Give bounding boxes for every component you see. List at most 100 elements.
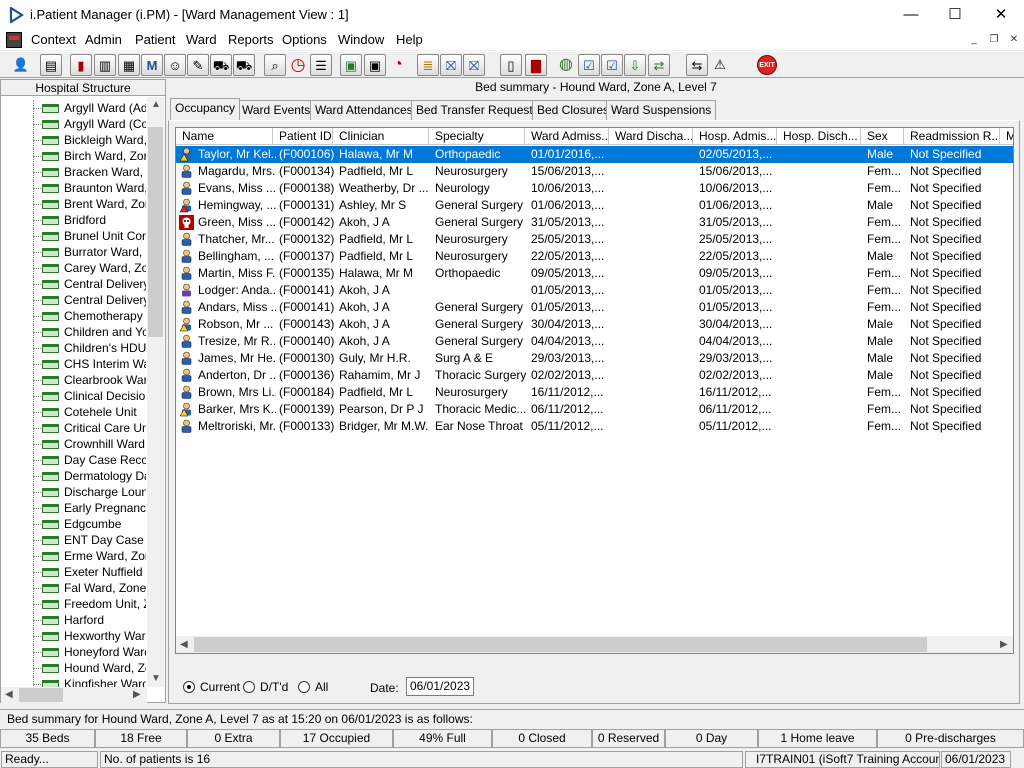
menu-reports[interactable]: Reports: [228, 32, 274, 47]
ward-icon[interactable]: ▣: [364, 54, 386, 76]
menu-window[interactable]: Window: [338, 32, 384, 47]
admit-icon[interactable]: ⛝: [440, 54, 462, 76]
verify-icon[interactable]: ☑: [601, 54, 623, 76]
scroll-left-icon[interactable]: ◀: [5, 689, 13, 700]
col-sex[interactable]: Sex: [861, 128, 904, 145]
table-row[interactable]: Evans, Miss ... (F000138) Weatherby, Dr ..…: [176, 180, 1013, 197]
tree-item[interactable]: Hexworthy Ward,: [1, 628, 147, 644]
tab-ward-events[interactable]: Ward Events: [237, 100, 316, 120]
tree-item[interactable]: Bickleigh Ward, Z: [1, 132, 147, 148]
tab-bed-transfer-requests[interactable]: Bed Transfer Requests: [411, 100, 544, 120]
table-row[interactable]: Brown, Mrs Li... (F000184) Padfield, Mr L N…: [176, 384, 1013, 401]
radio-dtd[interactable]: [243, 681, 255, 693]
table-row[interactable]: Bellingham, ... (F000137) Padfield, Mr L Ne…: [176, 248, 1013, 265]
tree-item[interactable]: Clearbrook Ward: [1, 372, 147, 388]
table-row[interactable]: Barker, Mrs K... (F000139) Pearson, Dr P J…: [176, 401, 1013, 418]
tree-vertical-scrollbar[interactable]: ▲ ▼: [147, 97, 164, 687]
tree-item[interactable]: Clinical Decision: [1, 388, 147, 404]
tree-item[interactable]: Carey Ward, Zone: [1, 260, 147, 276]
tree-item[interactable]: Exeter Nuffield H: [1, 564, 147, 580]
col-ward-admission[interactable]: Ward Admiss...: [525, 128, 609, 145]
tree-horizontal-scrollbar[interactable]: ◀ ▶: [1, 687, 147, 703]
table-row[interactable]: Hemingway, ... (F000131) Ashley, Mr S Gener…: [176, 197, 1013, 214]
table-row[interactable]: Lodger: Anda... (F000141) Akoh, J A 01/05/2…: [176, 282, 1013, 299]
documents-icon[interactable]: ▥: [94, 54, 116, 76]
ambulance-icon[interactable]: ⛟: [210, 54, 232, 76]
transfer-down-icon[interactable]: ⇩: [624, 54, 646, 76]
tree-item[interactable]: Dermatology Day: [1, 468, 147, 484]
grid-scroll-left-icon[interactable]: ◀: [180, 639, 188, 650]
tree-item[interactable]: Central Delivery S: [1, 292, 147, 308]
scroll-down-icon[interactable]: ▼: [151, 673, 161, 684]
tree-item[interactable]: Edgcumbe: [1, 516, 147, 532]
menu-context[interactable]: Context: [31, 32, 76, 47]
clock-icon[interactable]: ◷: [287, 54, 309, 76]
table-row[interactable]: Andars, Miss ... (F000141) Akoh, J A Genera…: [176, 299, 1013, 316]
col-clinician[interactable]: Clinician: [333, 128, 429, 145]
table-row[interactable]: Meltroriski, Mr... (F000133) Bridger, Mr M…: [176, 418, 1013, 435]
radio-current[interactable]: [183, 681, 195, 693]
table-row[interactable]: Green, Miss ... (F000142) Akoh, J A General…: [176, 214, 1013, 231]
col-patient-id[interactable]: Patient ID: [273, 128, 333, 145]
tree-item[interactable]: Argyll Ward (Cots: [1, 116, 147, 132]
tree-item[interactable]: Burrator Ward, Zo: [1, 244, 147, 260]
table-row[interactable]: Anderton, Dr ... (F000136) Rahamim, Mr J Th…: [176, 367, 1013, 384]
find-icon[interactable]: ⌕: [264, 54, 286, 76]
bed-icon[interactable]: ▣: [340, 54, 362, 76]
exit-button[interactable]: EXIT: [757, 55, 777, 75]
history-icon[interactable]: ◔: [387, 54, 409, 76]
tree-item[interactable]: Hound Ward, Zo: [1, 660, 147, 676]
occupancy-grid[interactable]: Name Patient ID Clinician Specialty Ward…: [175, 127, 1014, 654]
bed-patient-icon[interactable]: ⛝: [463, 54, 485, 76]
tree-item[interactable]: Freedom Unit, Zo: [1, 596, 147, 612]
notes-icon[interactable]: ✎: [187, 54, 209, 76]
col-name[interactable]: Name: [176, 128, 273, 145]
tab-ward-attendances[interactable]: Ward Attendances: [310, 100, 418, 120]
transport-icon[interactable]: ⛟: [233, 54, 255, 76]
tree-hscroll-thumb[interactable]: [19, 688, 63, 702]
tree-item[interactable]: Discharge Lounge: [1, 484, 147, 500]
patient-search-icon[interactable]: 👤: [10, 54, 32, 76]
swap-icon[interactable]: ⇆: [686, 54, 708, 76]
print-icon[interactable]: ▤: [40, 54, 62, 76]
tree-item[interactable]: Crownhill Ward, Z: [1, 436, 147, 452]
mdi-minimize-button[interactable]: _: [966, 32, 982, 48]
tree-item[interactable]: CHS Interim Ward: [1, 356, 147, 372]
waiting-list-icon[interactable]: ≣: [417, 54, 439, 76]
tree-item[interactable]: Harford: [1, 612, 147, 628]
table-row[interactable]: Taylor, Mr Kel... (F000106) Halawa, Mr M Or…: [176, 146, 1013, 163]
menu-options[interactable]: Options: [282, 32, 327, 47]
records-icon[interactable]: ▦: [118, 54, 140, 76]
tab-bed-closures[interactable]: Bed Closures: [532, 100, 615, 120]
tree-item[interactable]: Brent Ward, Zone: [1, 196, 147, 212]
grid-hscroll-thumb[interactable]: [194, 637, 927, 652]
tree-item[interactable]: Bridford: [1, 212, 147, 228]
menu-patient[interactable]: Patient: [135, 32, 175, 47]
tree-item[interactable]: Brunel Unit Contin: [1, 228, 147, 244]
tree-item[interactable]: Early Pregnancy: [1, 500, 147, 516]
tree-item[interactable]: Fal Ward, Zone E: [1, 580, 147, 596]
tree-item[interactable]: Braunton Ward, Z: [1, 180, 147, 196]
col-m[interactable]: M: [1000, 128, 1013, 145]
document-icon[interactable]: ▯: [500, 54, 522, 76]
tree-item[interactable]: Kingfisher Ward: [1, 676, 147, 687]
table-row[interactable]: James, Mr He... (F000130) Guly, Mr H.R. Sur…: [176, 350, 1013, 367]
maximize-button[interactable]: ☐: [932, 0, 978, 30]
menu-ward[interactable]: Ward: [186, 32, 217, 47]
tab-ward-suspensions[interactable]: Ward Suspensions: [606, 100, 717, 120]
tree-item[interactable]: Honeyford Ward,: [1, 644, 147, 660]
tree-item[interactable]: Central Delivery S: [1, 276, 147, 292]
mdi-close-button[interactable]: ✕: [1006, 32, 1022, 48]
col-specialty[interactable]: Specialty: [429, 128, 525, 145]
col-readmission[interactable]: Readmission R...: [904, 128, 1000, 145]
warning-icon[interactable]: ⚠: [709, 54, 731, 76]
tree-item[interactable]: Children and You: [1, 324, 147, 340]
tree-item[interactable]: Children's HDU (N: [1, 340, 147, 356]
col-hosp-admission[interactable]: Hosp. Admis...: [693, 128, 777, 145]
m-icon[interactable]: M: [141, 54, 163, 76]
table-row[interactable]: Magardu, Mrs... (F000134) Padfield, Mr L Ne…: [176, 163, 1013, 180]
tree-item[interactable]: Chemotherapy Da: [1, 308, 147, 324]
table-row[interactable]: Martin, Miss F... (F000135) Halawa, Mr M Or…: [176, 265, 1013, 282]
radio-all[interactable]: [298, 681, 310, 693]
mdi-app-icon[interactable]: [6, 32, 22, 48]
